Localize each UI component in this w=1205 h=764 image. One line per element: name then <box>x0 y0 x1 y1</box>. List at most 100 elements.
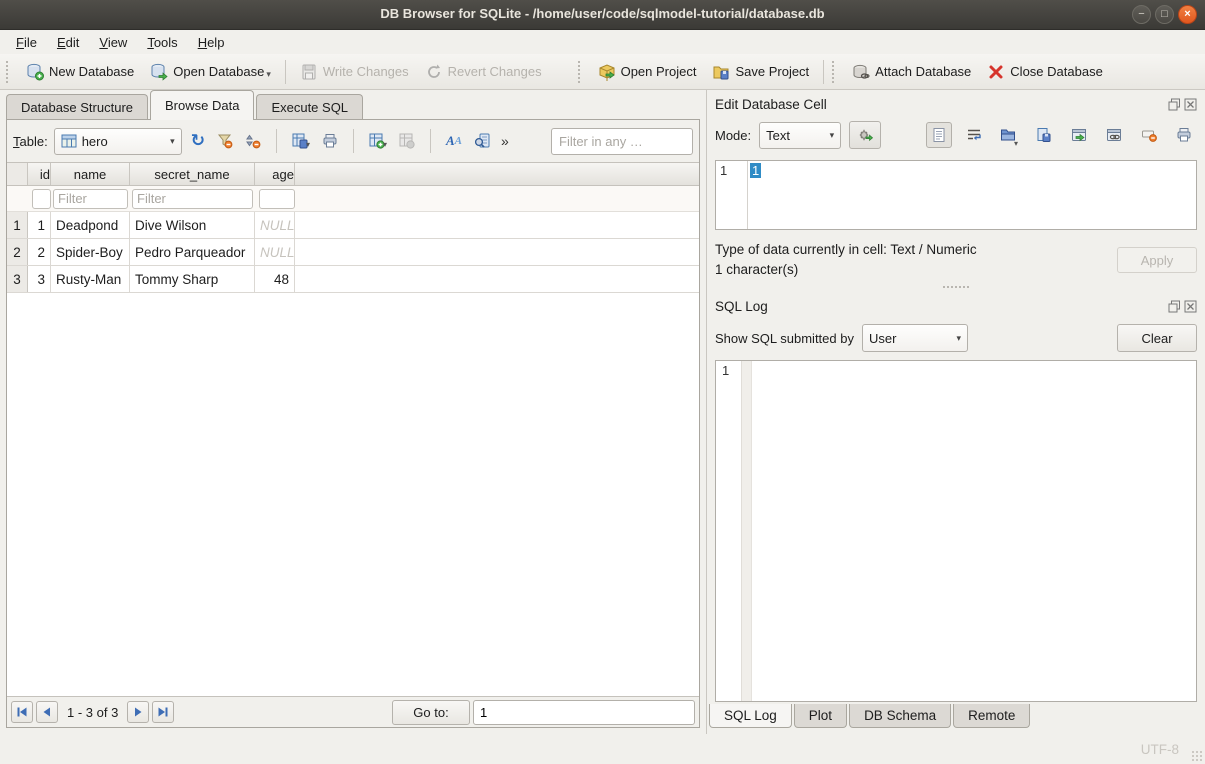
cell-name[interactable]: Rusty-Man <box>51 266 130 292</box>
tab-db-schema[interactable]: DB Schema <box>849 704 951 728</box>
export-data-button[interactable] <box>1031 122 1057 148</box>
tab-database-structure[interactable]: Database Structure <box>6 94 148 120</box>
auto-apply-button[interactable] <box>849 121 881 149</box>
sql-log-content[interactable] <box>752 361 1196 701</box>
minimize-button[interactable]: − <box>1132 5 1151 24</box>
tab-execute-sql[interactable]: Execute SQL <box>256 94 363 120</box>
goto-button[interactable]: Go to: <box>392 700 470 725</box>
row-number-header <box>7 163 28 185</box>
resize-grip[interactable] <box>1191 750 1202 761</box>
cell-id[interactable]: 2 <box>28 239 51 265</box>
next-page-button[interactable] <box>127 701 149 723</box>
cell-age[interactable]: NULL <box>255 212 295 238</box>
print-button[interactable] <box>319 130 341 152</box>
menu-bar: File Edit View Tools Help <box>0 30 1205 54</box>
word-wrap-button[interactable] <box>961 122 987 148</box>
refresh-button[interactable]: ↻ <box>188 130 208 152</box>
tab-sql-log[interactable]: SQL Log <box>709 704 792 728</box>
chevron-down-icon: ▾ <box>830 130 835 141</box>
row-number: 3 <box>7 266 28 292</box>
title-bar[interactable]: DB Browser for SQLite - /home/user/code/… <box>0 0 1205 30</box>
open-in-external-button[interactable] <box>1101 122 1127 148</box>
insert-record-button[interactable]: ▾ <box>366 130 390 152</box>
set-null-button[interactable] <box>1136 122 1162 148</box>
cell-name[interactable]: Spider-Boy <box>51 239 130 265</box>
menu-file[interactable]: File <box>6 32 47 53</box>
toolbar-drag-handle[interactable] <box>6 61 12 83</box>
cell-secret-name[interactable]: Dive Wilson <box>130 212 255 238</box>
float-dock-icon[interactable] <box>1168 300 1181 313</box>
dock-splitter[interactable] <box>707 282 1205 292</box>
cell-name[interactable]: Deadpond <box>51 212 130 238</box>
sql-source-select[interactable]: User ▾ <box>862 324 968 352</box>
close-button[interactable]: × <box>1178 5 1197 24</box>
open-database-dropdown-icon[interactable]: ▾ <box>266 69 271 81</box>
previous-page-button[interactable] <box>36 701 58 723</box>
toolbar-overflow-button[interactable]: » <box>499 133 511 149</box>
close-dock-icon[interactable] <box>1184 300 1197 313</box>
last-page-button[interactable] <box>152 701 174 723</box>
cell-age[interactable]: NULL <box>255 239 295 265</box>
filter-input-id[interactable] <box>32 189 51 209</box>
menu-view[interactable]: View <box>89 32 137 53</box>
close-dock-icon[interactable] <box>1184 98 1197 111</box>
table-row[interactable]: 1 1 Deadpond Dive Wilson NULL <box>7 212 699 239</box>
clear-log-button[interactable]: Clear <box>1117 324 1197 352</box>
menu-help[interactable]: Help <box>188 32 235 53</box>
bottom-dock-tabs: SQL Log Plot DB Schema Remote <box>707 704 1205 734</box>
table-row[interactable]: 2 2 Spider-Boy Pedro Parqueador NULL <box>7 239 699 266</box>
import-data-button[interactable]: ▾ <box>996 122 1022 148</box>
float-dock-icon[interactable] <box>1168 98 1181 111</box>
filter-input-secret-name[interactable] <box>132 189 253 209</box>
sql-log-dock-header[interactable]: SQL Log <box>707 292 1205 318</box>
tab-browse-data[interactable]: Browse Data <box>150 90 254 120</box>
apply-cell-button[interactable] <box>1066 122 1092 148</box>
cell-id[interactable]: 3 <box>28 266 51 292</box>
open-project-button[interactable]: Open Project <box>590 59 705 85</box>
column-header-id[interactable]: id <box>28 163 51 185</box>
tab-plot[interactable]: Plot <box>794 704 847 728</box>
toolbar-drag-handle[interactable] <box>832 61 838 83</box>
cell-id[interactable]: 1 <box>28 212 51 238</box>
cell-secret-name[interactable]: Pedro Parqueador <box>130 239 255 265</box>
clear-sorting-button[interactable] <box>242 130 264 152</box>
attach-database-button[interactable]: Attach Database <box>844 59 979 85</box>
new-database-button[interactable]: New Database <box>18 59 142 85</box>
mode-select[interactable]: Text ▾ <box>759 122 841 149</box>
cell-editor-content[interactable]: 1 <box>748 161 763 229</box>
table-row[interactable]: 3 3 Rusty-Man Tommy Sharp 48 <box>7 266 699 293</box>
sql-log-editor[interactable]: 1 <box>715 360 1197 702</box>
edit-cell-dock-header[interactable]: Edit Database Cell <box>707 90 1205 116</box>
goto-record-input[interactable] <box>473 700 695 725</box>
filter-input-name[interactable] <box>53 189 128 209</box>
print-cell-button[interactable] <box>1171 122 1197 148</box>
cell-age[interactable]: 48 <box>255 266 295 292</box>
export-table-button[interactable]: ▾ <box>289 130 313 152</box>
toolbar-drag-handle[interactable] <box>578 61 584 83</box>
column-header-secret-name[interactable]: secret_name <box>130 163 255 185</box>
first-page-button[interactable] <box>11 701 33 723</box>
menu-edit[interactable]: Edit <box>47 32 89 53</box>
cell-secret-name[interactable]: Tommy Sharp <box>130 266 255 292</box>
grid-filter-row <box>7 186 699 212</box>
maximize-button[interactable]: □ <box>1155 5 1174 24</box>
last-page-icon <box>157 706 169 718</box>
filter-input-age[interactable] <box>259 189 295 209</box>
save-project-button[interactable]: Save Project <box>704 59 817 85</box>
table-select[interactable]: hero ▾ <box>54 128 182 155</box>
open-database-button[interactable]: Open Database ▾ <box>142 59 279 85</box>
find-in-table-button[interactable] <box>471 130 493 152</box>
sql-log-line-number: 1 <box>716 361 742 701</box>
tab-remote[interactable]: Remote <box>953 704 1030 728</box>
text-mode-button[interactable] <box>926 122 952 148</box>
next-page-icon <box>132 706 144 718</box>
close-database-button[interactable]: Close Database <box>979 59 1111 85</box>
encoding-status[interactable]: UTF-8 <box>1141 742 1179 757</box>
menu-tools[interactable]: Tools <box>137 32 187 53</box>
clear-filters-button[interactable] <box>214 130 236 152</box>
column-header-age[interactable]: age <box>255 163 295 185</box>
column-header-name[interactable]: name <box>51 163 130 185</box>
format-toggle-button[interactable]: AA <box>443 130 465 152</box>
filter-any-column-input[interactable] <box>551 128 693 155</box>
cell-editor[interactable]: 1 1 <box>715 160 1197 230</box>
